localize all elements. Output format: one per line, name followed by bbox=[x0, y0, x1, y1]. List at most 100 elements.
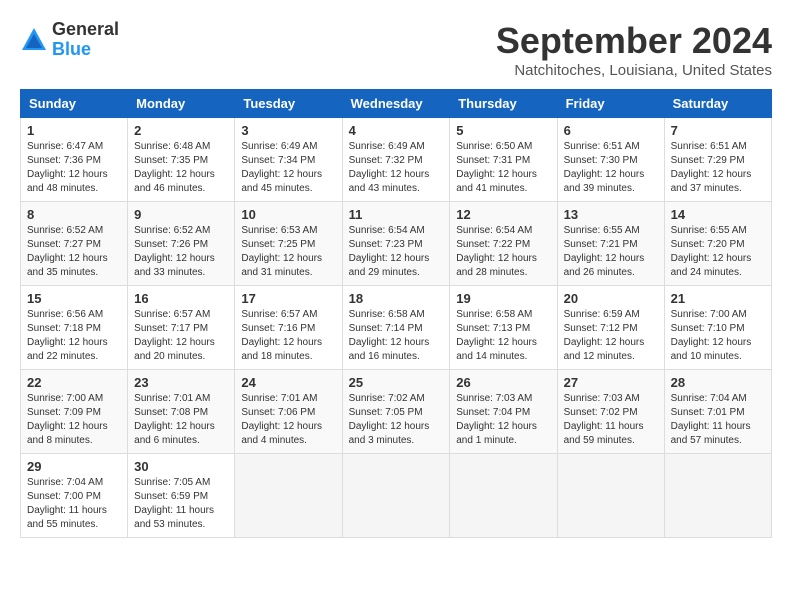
calendar-week-row: 29 Sunrise: 7:04 AM Sunset: 7:00 PM Dayli… bbox=[21, 454, 772, 538]
day-number: 15 bbox=[27, 291, 121, 306]
day-info: Sunrise: 6:54 AM Sunset: 7:22 PM Dayligh… bbox=[456, 224, 550, 280]
day-number: 26 bbox=[456, 375, 550, 390]
month-title: September 2024 bbox=[496, 20, 772, 62]
calendar-cell: 16Sunrise: 6:57 AM Sunset: 7:17 PM Dayli… bbox=[128, 286, 235, 370]
day-number: 6 bbox=[564, 123, 658, 138]
day-number: 8 bbox=[27, 207, 121, 222]
day-number: 2 bbox=[134, 123, 228, 138]
day-info: Sunrise: 6:50 AM Sunset: 7:31 PM Dayligh… bbox=[456, 140, 550, 196]
calendar-cell: 18 Sunrise: 6:58 AM Sunset: 7:14 PM Dayli… bbox=[342, 286, 450, 370]
calendar-cell: 2 Sunrise: 6:48 AM Sunset: 7:35 PM Daylig… bbox=[128, 118, 235, 202]
day-number: 14 bbox=[671, 207, 765, 222]
calendar-cell: 29 Sunrise: 7:04 AM Sunset: 7:00 PM Dayli… bbox=[21, 454, 128, 538]
calendar-cell: 17Sunrise: 6:57 AM Sunset: 7:16 PM Dayli… bbox=[235, 286, 342, 370]
calendar-cell: 12 Sunrise: 6:54 AM Sunset: 7:22 PM Dayli… bbox=[450, 202, 557, 286]
logo-text: General Blue bbox=[52, 20, 119, 60]
calendar-cell: 1 Sunrise: 6:47 AM Sunset: 7:36 PM Daylig… bbox=[21, 118, 128, 202]
day-number: 9 bbox=[134, 207, 228, 222]
calendar-cell: 10Sunrise: 6:53 AM Sunset: 7:25 PM Dayli… bbox=[235, 202, 342, 286]
calendar-header-thursday: Thursday bbox=[450, 90, 557, 118]
logo-icon bbox=[20, 26, 48, 54]
calendar-table: SundayMondayTuesdayWednesdayThursdayFrid… bbox=[20, 89, 772, 538]
calendar-cell: 7Sunrise: 6:51 AM Sunset: 7:29 PM Daylig… bbox=[664, 118, 771, 202]
calendar-cell: 22 Sunrise: 7:00 AM Sunset: 7:09 PM Dayli… bbox=[21, 370, 128, 454]
calendar-header-friday: Friday bbox=[557, 90, 664, 118]
day-info: Sunrise: 6:48 AM Sunset: 7:35 PM Dayligh… bbox=[134, 140, 228, 196]
calendar-cell: 26Sunrise: 7:03 AM Sunset: 7:04 PM Dayli… bbox=[450, 370, 557, 454]
calendar-cell: 3 Sunrise: 6:49 AM Sunset: 7:34 PM Daylig… bbox=[235, 118, 342, 202]
day-number: 3 bbox=[241, 123, 335, 138]
day-number: 22 bbox=[27, 375, 121, 390]
calendar-cell bbox=[235, 454, 342, 538]
day-info: Sunrise: 7:00 AM Sunset: 7:10 PM Dayligh… bbox=[671, 308, 765, 364]
day-info: Sunrise: 6:57 AM Sunset: 7:17 PM Dayligh… bbox=[134, 308, 228, 364]
day-info: Sunrise: 7:04 AM Sunset: 7:00 PM Dayligh… bbox=[27, 476, 121, 532]
day-info: Sunrise: 7:03 AM Sunset: 7:02 PM Dayligh… bbox=[564, 392, 658, 448]
day-info: Sunrise: 6:53 AM Sunset: 7:25 PM Dayligh… bbox=[241, 224, 335, 280]
calendar-cell bbox=[664, 454, 771, 538]
day-info: Sunrise: 6:52 AM Sunset: 7:26 PM Dayligh… bbox=[134, 224, 228, 280]
calendar-cell: 8 Sunrise: 6:52 AM Sunset: 7:27 PM Daylig… bbox=[21, 202, 128, 286]
calendar-cell: 4Sunrise: 6:49 AM Sunset: 7:32 PM Daylig… bbox=[342, 118, 450, 202]
calendar-header-row: SundayMondayTuesdayWednesdayThursdayFrid… bbox=[21, 90, 772, 118]
calendar-cell: 13 Sunrise: 6:55 AM Sunset: 7:21 PM Dayli… bbox=[557, 202, 664, 286]
calendar-header-wednesday: Wednesday bbox=[342, 90, 450, 118]
calendar-week-row: 1 Sunrise: 6:47 AM Sunset: 7:36 PM Daylig… bbox=[21, 118, 772, 202]
calendar-cell: 28Sunrise: 7:04 AM Sunset: 7:01 PM Dayli… bbox=[664, 370, 771, 454]
logo: General Blue bbox=[20, 20, 119, 60]
day-info: Sunrise: 6:58 AM Sunset: 7:14 PM Dayligh… bbox=[349, 308, 444, 364]
title-block: September 2024 Natchitoches, Louisiana, … bbox=[496, 20, 772, 79]
day-info: Sunrise: 6:49 AM Sunset: 7:32 PM Dayligh… bbox=[349, 140, 444, 196]
day-info: Sunrise: 6:56 AM Sunset: 7:18 PM Dayligh… bbox=[27, 308, 121, 364]
day-info: Sunrise: 6:47 AM Sunset: 7:36 PM Dayligh… bbox=[27, 140, 121, 196]
day-number: 11 bbox=[349, 207, 444, 222]
calendar-cell: 6 Sunrise: 6:51 AM Sunset: 7:30 PM Daylig… bbox=[557, 118, 664, 202]
day-number: 21 bbox=[671, 291, 765, 306]
logo-general: General bbox=[52, 20, 119, 40]
calendar-header-tuesday: Tuesday bbox=[235, 90, 342, 118]
day-number: 29 bbox=[27, 459, 121, 474]
day-info: Sunrise: 6:52 AM Sunset: 7:27 PM Dayligh… bbox=[27, 224, 121, 280]
day-info: Sunrise: 6:49 AM Sunset: 7:34 PM Dayligh… bbox=[241, 140, 335, 196]
day-number: 20 bbox=[564, 291, 658, 306]
day-info: Sunrise: 6:55 AM Sunset: 7:21 PM Dayligh… bbox=[564, 224, 658, 280]
day-number: 17 bbox=[241, 291, 335, 306]
calendar-cell: 20 Sunrise: 6:59 AM Sunset: 7:12 PM Dayli… bbox=[557, 286, 664, 370]
day-number: 1 bbox=[27, 123, 121, 138]
day-number: 5 bbox=[456, 123, 550, 138]
location: Natchitoches, Louisiana, United States bbox=[496, 62, 772, 79]
calendar-cell: 14Sunrise: 6:55 AM Sunset: 7:20 PM Dayli… bbox=[664, 202, 771, 286]
day-number: 28 bbox=[671, 375, 765, 390]
day-info: Sunrise: 7:05 AM Sunset: 6:59 PM Dayligh… bbox=[134, 476, 228, 532]
calendar-cell: 15 Sunrise: 6:56 AM Sunset: 7:18 PM Dayli… bbox=[21, 286, 128, 370]
calendar-cell: 5 Sunrise: 6:50 AM Sunset: 7:31 PM Daylig… bbox=[450, 118, 557, 202]
day-number: 13 bbox=[564, 207, 658, 222]
calendar-week-row: 15 Sunrise: 6:56 AM Sunset: 7:18 PM Dayli… bbox=[21, 286, 772, 370]
calendar-cell: 19Sunrise: 6:58 AM Sunset: 7:13 PM Dayli… bbox=[450, 286, 557, 370]
day-number: 24 bbox=[241, 375, 335, 390]
day-info: Sunrise: 6:58 AM Sunset: 7:13 PM Dayligh… bbox=[456, 308, 550, 364]
calendar-cell: 21 Sunrise: 7:00 AM Sunset: 7:10 PM Dayli… bbox=[664, 286, 771, 370]
calendar-cell: 25Sunrise: 7:02 AM Sunset: 7:05 PM Dayli… bbox=[342, 370, 450, 454]
calendar-cell: 23 Sunrise: 7:01 AM Sunset: 7:08 PM Dayli… bbox=[128, 370, 235, 454]
calendar-week-row: 8 Sunrise: 6:52 AM Sunset: 7:27 PM Daylig… bbox=[21, 202, 772, 286]
calendar-cell bbox=[342, 454, 450, 538]
day-number: 18 bbox=[349, 291, 444, 306]
calendar-cell: 30Sunrise: 7:05 AM Sunset: 6:59 PM Dayli… bbox=[128, 454, 235, 538]
day-info: Sunrise: 6:59 AM Sunset: 7:12 PM Dayligh… bbox=[564, 308, 658, 364]
calendar-week-row: 22 Sunrise: 7:00 AM Sunset: 7:09 PM Dayli… bbox=[21, 370, 772, 454]
calendar-header-sunday: Sunday bbox=[21, 90, 128, 118]
calendar-cell: 27 Sunrise: 7:03 AM Sunset: 7:02 PM Dayli… bbox=[557, 370, 664, 454]
calendar-cell bbox=[450, 454, 557, 538]
day-info: Sunrise: 7:00 AM Sunset: 7:09 PM Dayligh… bbox=[27, 392, 121, 448]
day-number: 27 bbox=[564, 375, 658, 390]
day-info: Sunrise: 7:01 AM Sunset: 7:08 PM Dayligh… bbox=[134, 392, 228, 448]
calendar-cell: 11Sunrise: 6:54 AM Sunset: 7:23 PM Dayli… bbox=[342, 202, 450, 286]
day-info: Sunrise: 6:51 AM Sunset: 7:30 PM Dayligh… bbox=[564, 140, 658, 196]
day-number: 25 bbox=[349, 375, 444, 390]
day-number: 23 bbox=[134, 375, 228, 390]
day-number: 12 bbox=[456, 207, 550, 222]
calendar-cell: 24Sunrise: 7:01 AM Sunset: 7:06 PM Dayli… bbox=[235, 370, 342, 454]
calendar-cell bbox=[557, 454, 664, 538]
day-number: 7 bbox=[671, 123, 765, 138]
